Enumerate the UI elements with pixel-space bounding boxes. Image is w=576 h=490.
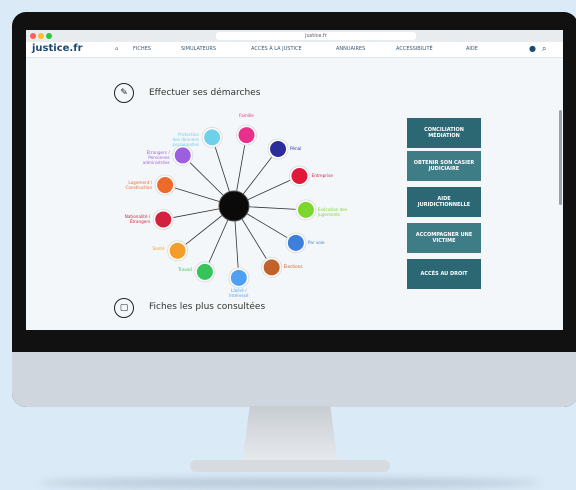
- tile-aide-juridictionnelle[interactable]: AIDE JURIDICTIONNELLE: [407, 187, 481, 217]
- wheel-node-0[interactable]: [238, 127, 255, 144]
- wheel-node-label[interactable]: Étrangers / Personnes administrées: [123, 150, 170, 165]
- wheel-node-label[interactable]: Par voie: [308, 240, 325, 245]
- tile-label: AIDE JURIDICTIONNELLE: [417, 196, 471, 208]
- monitor-stand: [242, 406, 338, 464]
- wheel-node-label[interactable]: Nationalité / Étrangers: [103, 214, 151, 224]
- wheel-node-11[interactable]: [174, 147, 191, 164]
- wheel-node-label[interactable]: Famille: [225, 113, 269, 118]
- fiches-icon: ▢: [114, 298, 134, 318]
- tile-label: ACCOMPAGNER UNE VICTIME: [415, 232, 473, 244]
- monitor-base: [190, 460, 390, 472]
- wheel-node-3[interactable]: [297, 201, 314, 218]
- tile-label: OBTENIR SON CASIER JUDICIAIRE: [413, 160, 475, 172]
- wheel-node-label[interactable]: Entreprise: [311, 173, 332, 178]
- wheel-node-1[interactable]: [270, 141, 287, 158]
- tile-conciliation-mediation[interactable]: CONCILIATION MÉDIATION: [407, 118, 481, 148]
- wheel-node-label[interactable]: Protection des données personnelles: [152, 132, 199, 147]
- wheel-node-10[interactable]: [157, 177, 174, 194]
- wheel-hub: [218, 190, 250, 222]
- wheel-node-12[interactable]: [204, 129, 221, 146]
- wheel-node-label[interactable]: Logement / Construction: [105, 180, 152, 190]
- wheel-node-5[interactable]: [263, 259, 280, 276]
- wheel-node-label[interactable]: Libéré / Intéressé: [217, 288, 261, 298]
- tile-accompagner-victime[interactable]: ACCOMPAGNER UNE VICTIME: [407, 223, 481, 253]
- wheel-node-2[interactable]: [291, 168, 308, 185]
- wheel-node-label[interactable]: Élections: [284, 264, 303, 269]
- wheel-node-label[interactable]: Travail: [145, 267, 192, 272]
- wheel-node-label[interactable]: Pénal: [290, 146, 301, 151]
- wheel-node-8[interactable]: [169, 242, 186, 259]
- wheel-node-4[interactable]: [287, 234, 304, 251]
- tile-acces-au-droit[interactable]: ACCÈS AU DROIT: [407, 259, 481, 289]
- wheel-node-9[interactable]: [155, 211, 172, 228]
- wheel-node-7[interactable]: [196, 263, 213, 280]
- monitor-shadow: [40, 478, 540, 488]
- wheel-node-label[interactable]: Exécution des jugements: [318, 207, 347, 217]
- tile-label: ACCÈS AU DROIT: [420, 271, 468, 277]
- wheel-node-label[interactable]: Santé: [118, 246, 165, 251]
- tile-label: CONCILIATION MÉDIATION: [424, 127, 464, 139]
- monitor-chin: [12, 352, 576, 407]
- browser-window: justice.fr justice.fr ⌂ FICHES SIMULATEU…: [26, 30, 563, 330]
- desktop-scene: justice.fr justice.fr ⌂ FICHES SIMULATEU…: [0, 0, 576, 490]
- wheel-node-6[interactable]: [230, 269, 247, 286]
- section-title-fiches: Fiches les plus consultées: [149, 302, 266, 312]
- page-scrollbar[interactable]: [559, 110, 562, 205]
- tile-casier-judiciaire[interactable]: OBTENIR SON CASIER JUDICIAIRE: [407, 151, 481, 181]
